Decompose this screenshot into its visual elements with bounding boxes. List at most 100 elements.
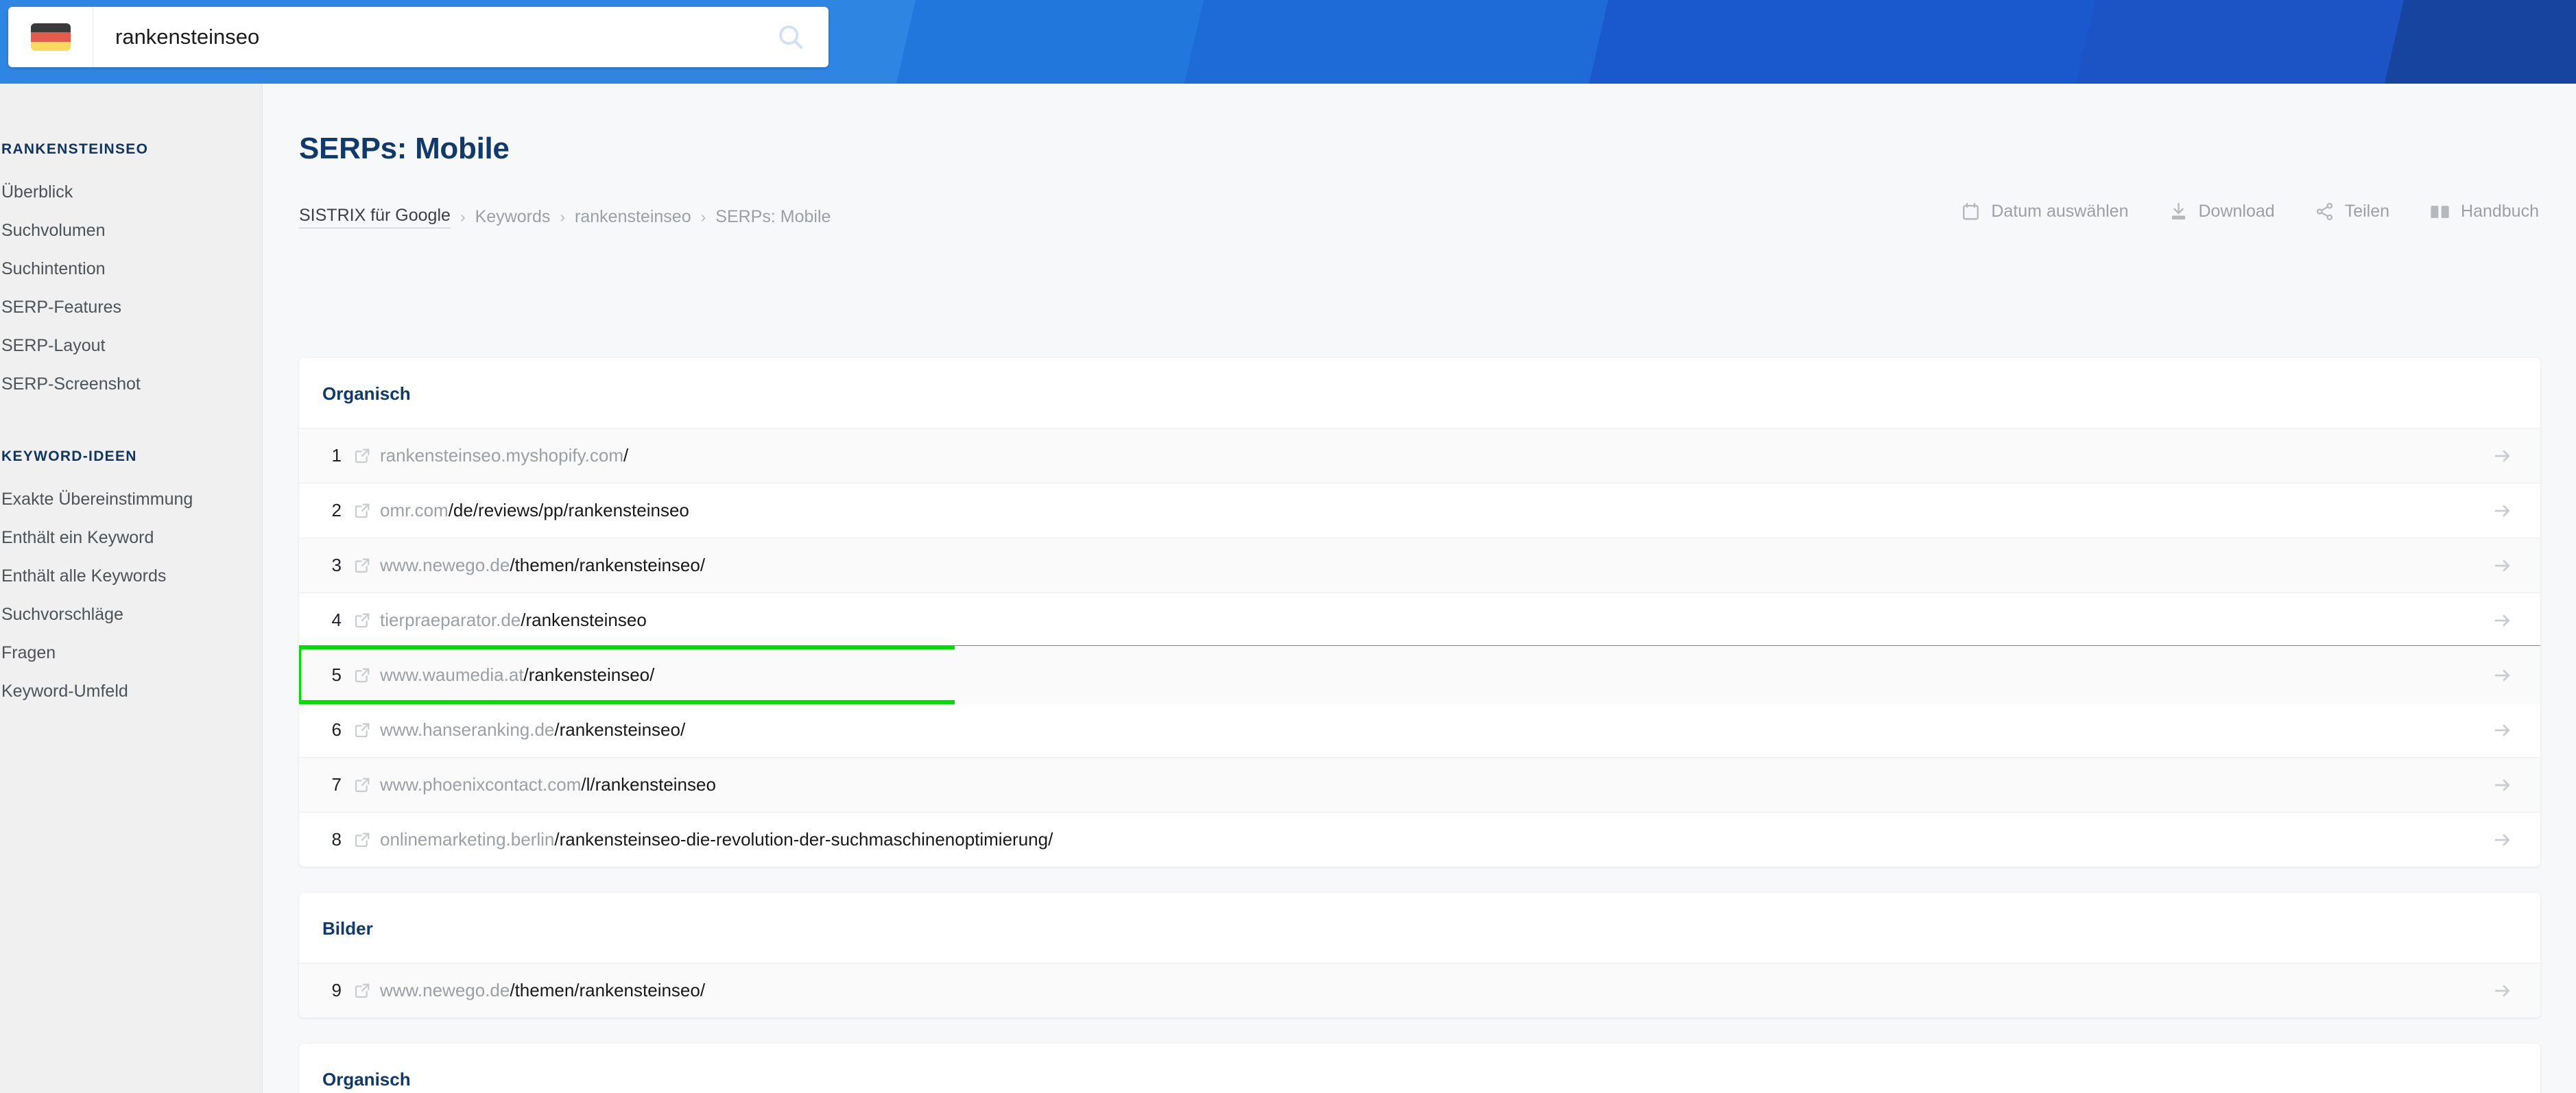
row-detail-button[interactable] bbox=[2465, 981, 2540, 1001]
header-band-6 bbox=[2376, 0, 2576, 84]
header-band-4 bbox=[1581, 0, 2109, 84]
row-detail-button[interactable] bbox=[2465, 501, 2540, 521]
result-url[interactable]: www.phoenixcontact.com/l/rankensteinseo bbox=[380, 774, 2465, 795]
breadcrumb-separator: › bbox=[460, 208, 466, 226]
result-url[interactable]: www.hanseranking.de/rankensteinseo/ bbox=[380, 719, 2465, 741]
table-row-highlighted[interactable]: 5 www.waumedia.at/rankensteinseo/ bbox=[299, 645, 2540, 704]
sidebar-item-ueberblick[interactable]: Überblick bbox=[0, 173, 262, 211]
sidebar-item-suchvolumen[interactable]: Suchvolumen bbox=[0, 211, 262, 250]
external-link-icon bbox=[355, 778, 369, 793]
search-bar bbox=[8, 7, 828, 67]
result-url[interactable]: onlinemarketing.berlin/rankensteinseo-di… bbox=[380, 829, 2465, 850]
date-picker-button[interactable]: Datum auswählen bbox=[1961, 202, 2129, 221]
external-link-button[interactable] bbox=[344, 981, 380, 1000]
external-link-button[interactable] bbox=[344, 501, 380, 520]
sidebar-item-suchvorschlaege[interactable]: Suchvorschläge bbox=[0, 595, 262, 634]
row-detail-button[interactable] bbox=[2465, 555, 2540, 576]
result-url[interactable]: tierpraeparator.de/rankensteinseo bbox=[380, 610, 2465, 631]
table-row[interactable]: 3 www.newego.de/themen/rankensteinseo/ bbox=[299, 538, 2540, 592]
go-arrow-icon bbox=[2494, 669, 2510, 681]
card-title: Organisch bbox=[322, 1069, 411, 1090]
sidebar-item-enthaelt-ein-keyword[interactable]: Enthält ein Keyword bbox=[0, 518, 262, 557]
external-link-button[interactable] bbox=[344, 721, 380, 739]
result-domain: www.waumedia.at bbox=[380, 664, 524, 685]
sidebar-item-fragen[interactable]: Fragen bbox=[0, 634, 262, 672]
sidebar-item-keyword-umfeld[interactable]: Keyword-Umfeld bbox=[0, 672, 262, 710]
go-arrow-icon bbox=[2494, 724, 2510, 736]
table-row[interactable]: 7 www.phoenixcontact.com/l/rankensteinseo bbox=[299, 757, 2540, 812]
breadcrumb-item-rankensteinseo[interactable]: rankensteinseo bbox=[575, 207, 691, 227]
external-link-icon bbox=[355, 983, 369, 998]
external-link-icon bbox=[355, 503, 369, 518]
sidebar-item-serp-features[interactable]: SERP-Features bbox=[0, 288, 262, 326]
breadcrumb-item-current: SERPs: Mobile bbox=[715, 207, 831, 226]
result-url[interactable]: www.newego.de/themen/rankensteinseo/ bbox=[380, 555, 2465, 576]
table-row[interactable]: 2 omr.com/de/reviews/pp/rankensteinseo bbox=[299, 483, 2540, 538]
breadcrumb-item-sistrix[interactable]: SISTRIX für Google bbox=[299, 206, 451, 228]
sidebar-divider bbox=[0, 403, 262, 448]
go-arrow-icon bbox=[2494, 450, 2510, 461]
external-link-button[interactable] bbox=[344, 830, 380, 849]
calendar-icon bbox=[1963, 202, 1979, 220]
go-arrow-icon bbox=[2494, 985, 2510, 996]
search-icon bbox=[779, 25, 803, 49]
search-input[interactable] bbox=[93, 7, 753, 67]
card-title: Organisch bbox=[322, 383, 411, 404]
external-link-icon bbox=[355, 668, 369, 683]
result-domain: www.newego.de bbox=[380, 980, 510, 1000]
result-path: /rankensteinseo/ bbox=[523, 664, 655, 685]
row-detail-button[interactable] bbox=[2465, 775, 2540, 795]
handbook-button[interactable]: Handbuch bbox=[2429, 202, 2539, 221]
result-url[interactable]: www.waumedia.at/rankensteinseo/ bbox=[380, 664, 2465, 686]
sidebar-section-keyword: RANKENSTEINSEO Überblick Suchvolumen Suc… bbox=[0, 141, 262, 403]
result-rank: 9 bbox=[331, 980, 342, 1000]
row-detail-button[interactable] bbox=[2465, 446, 2540, 466]
row-detail-button[interactable] bbox=[2465, 720, 2540, 741]
book-icon bbox=[2431, 206, 2449, 219]
sidebar-item-serp-layout[interactable]: SERP-Layout bbox=[0, 326, 262, 365]
result-domain: onlinemarketing.berlin bbox=[380, 829, 555, 850]
result-path: /themen/rankensteinseo/ bbox=[510, 555, 706, 575]
sidebar-item-enthaelt-alle-keywords[interactable]: Enthält alle Keywords bbox=[0, 557, 262, 595]
row-detail-button[interactable] bbox=[2465, 830, 2540, 850]
sidebar-item-serp-screenshot[interactable]: SERP-Screenshot bbox=[0, 365, 262, 403]
result-path: / bbox=[623, 445, 629, 466]
breadcrumb-item-keywords[interactable]: Keywords bbox=[475, 207, 551, 227]
sidebar-heading-rankensteinseo: RANKENSTEINSEO bbox=[1, 141, 149, 157]
sidebar-item-suchintention[interactable]: Suchintention bbox=[0, 250, 262, 288]
external-link-button[interactable] bbox=[344, 556, 380, 575]
result-rank: 2 bbox=[331, 500, 342, 520]
breadcrumb: SISTRIX für Google › Keywords › rankenst… bbox=[299, 206, 831, 228]
external-link-button[interactable] bbox=[344, 776, 380, 794]
result-url[interactable]: rankensteinseo.myshopify.com/ bbox=[380, 445, 2465, 466]
result-domain: omr.com bbox=[380, 500, 449, 520]
external-link-icon bbox=[355, 613, 369, 628]
german-flag-icon bbox=[30, 23, 71, 51]
row-detail-button[interactable] bbox=[2465, 665, 2540, 686]
result-url[interactable]: omr.com/de/reviews/pp/rankensteinseo bbox=[380, 500, 2465, 521]
search-button[interactable] bbox=[753, 7, 828, 67]
country-selector[interactable] bbox=[8, 7, 93, 67]
external-link-button[interactable] bbox=[344, 446, 380, 465]
sidebar: RANKENSTEINSEO Überblick Suchvolumen Suc… bbox=[0, 84, 263, 1093]
external-link-button[interactable] bbox=[344, 611, 380, 629]
table-row[interactable]: 9 www.newego.de/themen/rankensteinseo/ bbox=[299, 963, 2540, 1018]
external-link-button[interactable] bbox=[344, 666, 380, 684]
table-row[interactable]: 8 onlinemarketing.berlin/rankensteinseo-d… bbox=[299, 812, 2540, 867]
share-label: Teilen bbox=[2344, 202, 2390, 221]
download-button[interactable]: Download bbox=[2169, 202, 2275, 221]
table-row[interactable]: 4 tierpraeparator.de/rankensteinseo bbox=[299, 592, 2540, 647]
table-row[interactable]: 6 www.hanseranking.de/rankensteinseo/ bbox=[299, 702, 2540, 757]
go-arrow-icon bbox=[2494, 614, 2510, 626]
share-button[interactable]: Teilen bbox=[2315, 202, 2389, 221]
row-detail-button[interactable] bbox=[2465, 610, 2540, 631]
result-path: /rankensteinseo-die-revolution-der-suchm… bbox=[554, 829, 1053, 850]
go-arrow-icon bbox=[2494, 560, 2510, 571]
serp-cards: Organisch 1 rankensteinseo.myshopify.com/2… bbox=[299, 358, 2540, 1093]
go-arrow-icon bbox=[2494, 505, 2510, 516]
main-content: SERPs: Mobile SISTRIX für Google › Keywo… bbox=[263, 84, 2576, 1093]
result-url[interactable]: www.newego.de/themen/rankensteinseo/ bbox=[380, 980, 2465, 1001]
sidebar-item-exakte-uebereinstimmung[interactable]: Exakte Übereinstimmung bbox=[0, 480, 262, 518]
table-row[interactable]: 1 rankensteinseo.myshopify.com/ bbox=[299, 428, 2540, 483]
result-rank: 8 bbox=[331, 829, 342, 850]
